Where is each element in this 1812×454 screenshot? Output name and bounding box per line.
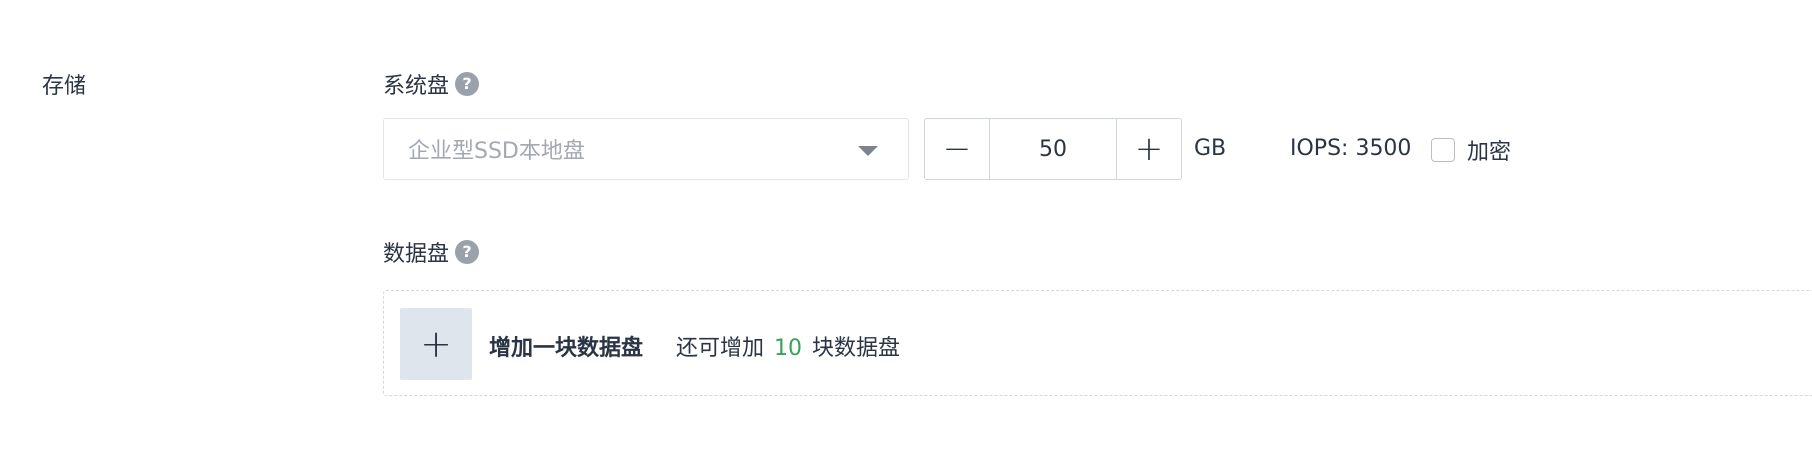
storage-section-label: 存储 bbox=[42, 74, 87, 99]
size-unit-label: GB bbox=[1194, 136, 1227, 161]
data-disk-title-text: 数据盘 bbox=[383, 242, 450, 267]
system-disk-type-select[interactable]: 企业型SSD本地盘 bbox=[383, 118, 909, 180]
add-data-disk-label[interactable]: 增加一块数据盘 bbox=[489, 330, 643, 362]
question-icon[interactable]: ? bbox=[455, 72, 480, 96]
encrypt-checkbox[interactable] bbox=[1431, 138, 1455, 162]
disk-size-input[interactable]: 50 bbox=[990, 119, 1116, 179]
question-icon[interactable]: ? bbox=[455, 240, 480, 264]
decrement-button[interactable]: − bbox=[925, 119, 990, 179]
system-disk-type-placeholder: 企业型SSD本地盘 bbox=[408, 139, 585, 164]
remaining-prefix: 还可增加 bbox=[676, 336, 765, 361]
chevron-down-icon bbox=[858, 146, 878, 156]
encrypt-label: 加密 bbox=[1467, 140, 1512, 165]
increment-button[interactable]: + bbox=[1116, 119, 1181, 179]
add-data-disk-button[interactable]: + bbox=[400, 308, 472, 380]
iops-label: IOPS: 3500 bbox=[1290, 136, 1412, 161]
system-disk-size-stepper: − 50 + bbox=[924, 118, 1182, 180]
remaining-disks-text: 还可增加 10 块数据盘 bbox=[676, 330, 900, 362]
encrypt-option[interactable]: 加密 bbox=[1431, 134, 1511, 166]
remaining-suffix: 块数据盘 bbox=[812, 336, 901, 361]
data-disk-title: 数据盘 ? bbox=[383, 236, 480, 268]
system-disk-title: 系统盘 ? bbox=[383, 68, 480, 100]
remaining-count: 10 bbox=[774, 336, 803, 361]
system-disk-title-text: 系统盘 bbox=[383, 74, 450, 99]
